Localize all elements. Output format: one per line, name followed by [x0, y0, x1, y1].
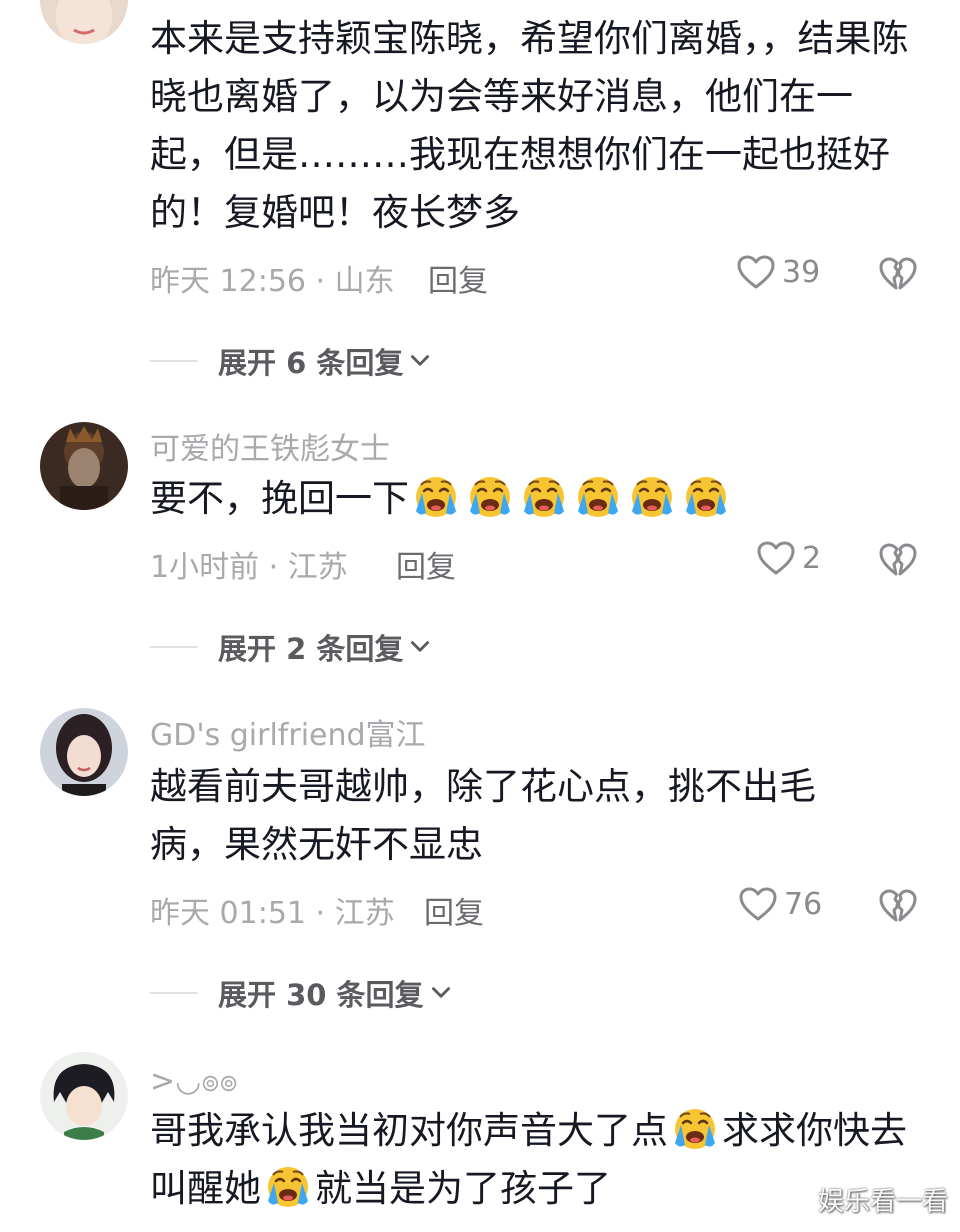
like-button[interactable]: 39	[736, 254, 820, 290]
username[interactable]: 可爱的王铁彪女士	[150, 424, 390, 468]
comment-meta: 昨天 12:56 · 山东	[150, 264, 395, 299]
username[interactable]: >◡๏๏	[150, 1058, 238, 1105]
comment-text-part: 就当是为了孩子了	[315, 1167, 611, 1210]
heart-outline-icon	[736, 254, 776, 290]
username[interactable]: GD's girlfriend富江	[150, 710, 426, 754]
comment-text-content: 要不，挽回一下	[150, 477, 409, 520]
reply-button[interactable]: 回复	[396, 542, 456, 586]
like-count: 39	[782, 254, 821, 290]
reply-button[interactable]: 回复	[424, 888, 484, 932]
avatar[interactable]	[40, 1052, 128, 1140]
comment-text: 本来是支持颖宝陈晓，希望你们离婚，，结果陈晓也离婚了，以为会等来好消息，他们在一…	[150, 17, 909, 234]
crying-face-emoji	[671, 1103, 719, 1151]
comment-meta: 1小时前 · 江苏	[150, 550, 348, 585]
comment-text-part: 哥我承认我当初对你声音大了点	[150, 1109, 668, 1152]
crying-face-emoji	[628, 471, 676, 519]
avatar[interactable]	[40, 422, 128, 510]
crying-face-emoji	[682, 471, 730, 519]
expand-replies-button[interactable]: 展开 2 条回复	[150, 626, 433, 668]
crying-face-emoji	[264, 1161, 312, 1209]
comment-meta: 昨天 01:51 · 江苏	[150, 896, 395, 931]
like-button[interactable]: 2	[756, 540, 821, 576]
chevron-down-icon	[428, 980, 454, 1006]
divider	[150, 646, 198, 648]
broken-heart-icon[interactable]	[878, 542, 918, 578]
expand-label: 展开 2 条回复	[218, 632, 404, 666]
reply-button[interactable]: 回复	[428, 256, 488, 300]
like-count: 2	[802, 540, 822, 576]
divider	[150, 992, 198, 994]
comment-text: 越看前夫哥越帅，除了花心点，挑不出毛病，果然无奸不显忠	[150, 765, 816, 866]
expand-label: 展开 30 条回复	[218, 978, 424, 1012]
like-count: 76	[784, 886, 823, 922]
expand-replies-button[interactable]: 展开 6 条回复	[150, 340, 433, 382]
avatar[interactable]	[40, 708, 128, 796]
expand-label: 展开 6 条回复	[218, 346, 404, 380]
heart-outline-icon	[738, 886, 778, 922]
like-button[interactable]: 76	[738, 886, 822, 922]
broken-heart-icon[interactable]	[878, 888, 918, 924]
watermark: 娱乐看一看	[817, 1187, 948, 1217]
crying-face-emoji	[574, 471, 622, 519]
crying-face-emoji	[466, 471, 514, 519]
comment-text: 哥我承认我当初对你声音大了点 求求你快去叫醒她 就当是为了孩子了	[150, 1102, 910, 1218]
crying-face-emoji	[412, 471, 460, 519]
chevron-down-icon	[407, 634, 433, 660]
expand-replies-button[interactable]: 展开 30 条回复	[150, 972, 454, 1014]
heart-outline-icon	[756, 540, 796, 576]
avatar[interactable]	[40, 0, 128, 44]
chevron-down-icon	[407, 348, 433, 374]
broken-heart-icon[interactable]	[878, 256, 918, 292]
divider	[150, 360, 198, 362]
crying-face-emoji	[520, 471, 568, 519]
comment-text: 要不，挽回一下	[150, 470, 910, 528]
